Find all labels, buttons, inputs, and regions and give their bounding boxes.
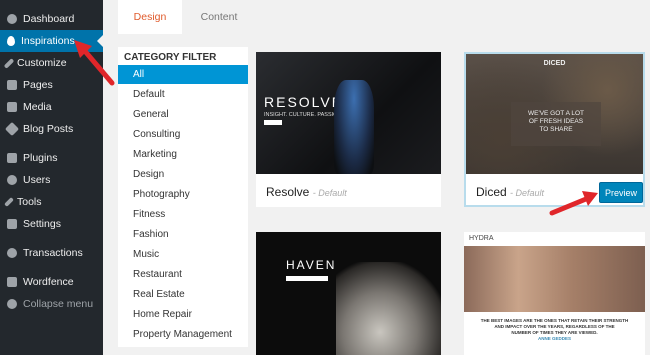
tab-design[interactable]: Design [118,0,182,34]
plugin-icon [7,153,17,163]
theme-thumbnail: HYDRA THE BEST IMAGES ARE THE ONES THAT … [464,232,645,355]
theme-tag: - Default [312,188,347,198]
tab-content[interactable]: Content [188,0,250,34]
sidebar-item-plugins[interactable]: Plugins [0,147,103,169]
sidebar-item-label: Settings [23,218,61,230]
sidebar-item-users[interactable]: Users [0,169,103,191]
filter-item-photography[interactable]: Photography [118,185,248,204]
filter-item-home-repair[interactable]: Home Repair [118,305,248,324]
sidebar-collapse-menu[interactable]: Collapse menu [0,293,103,315]
sidebar-item-media[interactable]: Media [0,96,103,118]
thumbnail-title: HYDRA [469,235,494,242]
wrench-icon [4,197,14,207]
filter-item-music[interactable]: Music [118,245,248,264]
filter-item-fashion[interactable]: Fashion [118,225,248,244]
sidebar-item-label: Wordfence [23,276,74,288]
filter-item-restaurant[interactable]: Restaurant [118,265,248,284]
arrow-to-inspirations [74,40,115,86]
theme-name: Resolve [266,185,310,199]
sidebar-item-tools[interactable]: Tools [0,191,103,213]
filter-item-fitness[interactable]: Fitness [118,205,248,224]
headline-box: WE'VE GOT A LOT OF FRESH IDEAS TO SHARE [511,102,601,146]
sidebar-item-label: Users [23,174,51,186]
wordfence-icon [7,277,17,287]
theme-name: Diced [476,185,507,199]
sidebar-item-label: Inspirations [21,35,75,47]
theme-thumbnail: HAVEN [256,232,441,355]
filter-item-design[interactable]: Design [118,165,248,184]
filter-item-consulting[interactable]: Consulting [118,125,248,144]
sidebar-item-label: Collapse menu [23,298,94,310]
photographer-image [334,80,374,174]
sidebar-item-label: Dashboard [23,13,75,25]
sidebar-item-dashboard[interactable]: Dashboard [0,8,103,30]
category-filter: CATEGORY FILTER All Default General Cons… [118,47,248,347]
theme-thumbnail: RESOLVE INSIGHT. CULTURE. PASSION. [256,52,441,174]
sidebar-item-blog-posts[interactable]: Blog Posts [0,118,103,140]
street-image [464,246,645,312]
theme-card-diced[interactable]: DICED WE'VE GOT A LOT OF FRESH IDEAS TO … [464,52,645,207]
pushpin-icon [4,121,20,137]
theme-card-resolve[interactable]: RESOLVE INSIGHT. CULTURE. PASSION. Resol… [256,52,441,207]
thumbnail-title: HAVEN [286,258,337,272]
filter-item-general[interactable]: General [118,105,248,124]
transactions-icon [7,248,17,258]
thumbnail-title: DICED [543,60,566,67]
thumbnail-tagline: INSIGHT. CULTURE. PASSION. [264,112,343,118]
sidebar-item-label: Pages [23,79,53,91]
users-icon [7,175,17,185]
sidebar-item-label: Blog Posts [23,123,74,135]
sidebar-item-label: Customize [17,57,67,69]
settings-icon [7,219,17,229]
filter-item-default[interactable]: Default [118,85,248,104]
category-filter-title: CATEGORY FILTER [124,52,217,63]
thumbnail-button [264,120,282,125]
thumbnail-quote: THE BEST IMAGES ARE THE ONES THAT RETAIN… [480,318,629,341]
sidebar-item-transactions[interactable]: Transactions [0,242,103,264]
theme-tag: - Default [510,188,545,198]
theme-card-hydra[interactable]: HYDRA THE BEST IMAGES ARE THE ONES THAT … [464,232,645,355]
arrow-to-preview [549,191,598,216]
sidebar-item-label: Transactions [23,247,83,259]
media-icon [7,102,17,112]
thumbnail-button [286,276,328,281]
theme-caption: Resolve - Default [266,185,347,199]
sidebar-item-wordfence[interactable]: Wordfence [0,271,103,293]
filter-item-all[interactable]: All [118,65,248,84]
sidebar-item-settings[interactable]: Settings [0,213,103,235]
collapse-icon [7,299,17,309]
filter-item-property-management[interactable]: Property Management [118,325,248,344]
thumbnail-headline: WE'VE GOT A LOT OF FRESH IDEAS TO SHARE [527,110,585,133]
preview-button[interactable]: Preview [599,182,643,203]
theme-caption: Diced - Default [476,185,544,199]
lightbulb-icon [7,36,15,46]
filter-item-marketing[interactable]: Marketing [118,145,248,164]
thumbnail-title: RESOLVE [264,94,344,110]
filter-item-real-estate[interactable]: Real Estate [118,285,248,304]
sidebar-item-label: Media [23,101,52,113]
pages-icon [7,80,17,90]
theme-card-haven[interactable]: HAVEN [256,232,441,355]
paintbrush-icon [3,57,15,69]
design-content-tabs: Design Content [118,0,650,34]
sidebar-item-label: Tools [17,196,42,208]
cave-image [336,262,441,355]
theme-thumbnail: DICED WE'VE GOT A LOT OF FRESH IDEAS TO … [466,54,643,174]
dashboard-icon [7,14,17,24]
sidebar-item-label: Plugins [23,152,58,164]
